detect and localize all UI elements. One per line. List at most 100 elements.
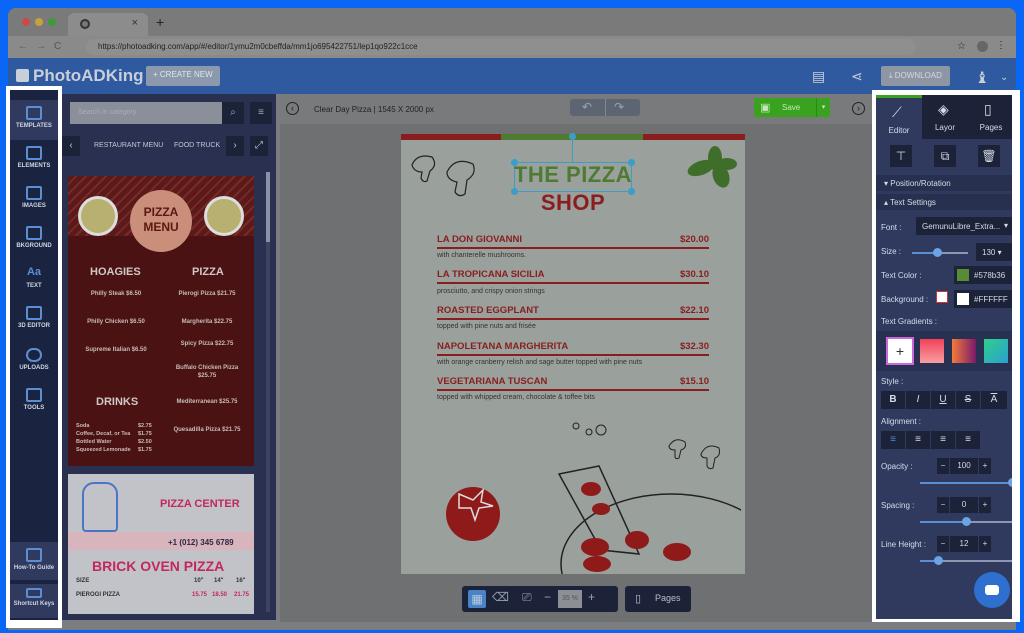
opacity-input[interactable]: 100 (950, 458, 978, 474)
overline-button[interactable]: A (981, 391, 1007, 409)
font-select[interactable]: GemunuLibre_Extra... ▾ (916, 217, 1012, 235)
save-dropdown-icon[interactable]: ▾ (816, 98, 830, 117)
menu-item-price[interactable]: $20.00 (680, 234, 709, 245)
chevron-down-icon[interactable]: ⌄ (1000, 72, 1008, 83)
collapse-left-icon[interactable]: ‹ (286, 102, 299, 115)
undo-icon[interactable]: ↶ (582, 100, 592, 114)
sidebar-item-elements[interactable]: ELEMENTS (10, 146, 58, 169)
template-pizza-menu[interactable]: PIZZA MENU HOAGIES PIZZA Philly Steak $6… (68, 176, 254, 466)
sidebar-item-3d-editor[interactable]: 3D EDITOR (10, 306, 58, 329)
line-height-increment[interactable]: + (979, 536, 991, 552)
user-avatar-icon[interactable]: ♝ (975, 68, 989, 88)
eraser-icon[interactable]: ⌫ (492, 590, 509, 604)
sidebar-item-text[interactable]: Aa TEXT (10, 266, 58, 289)
design-canvas[interactable]: THE PIZZA SHOP LA DON GIOVANNI $20.00 wi… (401, 133, 745, 574)
zoom-level[interactable]: 35 % (558, 590, 582, 608)
section-text-settings[interactable]: ▴ Text Settings (876, 194, 1012, 210)
download-button[interactable]: ⤓ DOWNLOAD (881, 66, 950, 86)
menu-item-name[interactable]: ROASTED EGGPLANT (437, 305, 539, 316)
add-gradient-button[interactable]: + (888, 339, 912, 363)
duplicate-icon[interactable]: ⧉ (934, 145, 956, 167)
line-height-input[interactable]: 12 (950, 536, 978, 552)
more-menu-icon[interactable]: ⋮ (996, 40, 1006, 51)
profile-icon[interactable] (977, 41, 988, 52)
close-tab-icon[interactable]: × (132, 17, 138, 29)
strikethrough-button[interactable]: S (956, 391, 980, 409)
bookmark-star-icon[interactable]: ☆ (957, 41, 966, 52)
menu-item-desc[interactable]: prosciutto, and crispy onion strings (437, 288, 545, 295)
gradient-swatch[interactable] (952, 339, 976, 363)
gradient-swatch[interactable] (920, 339, 944, 363)
feedback-icon[interactable]: ▤ (812, 68, 825, 85)
spacing-increment[interactable]: + (979, 497, 991, 513)
maximize-window-button[interactable] (48, 18, 56, 26)
line-height-decrement[interactable]: − (937, 536, 949, 552)
gradient-swatch[interactable] (984, 339, 1008, 363)
presentation-icon[interactable]: ⎚ (522, 590, 532, 605)
menu-item-desc[interactable]: with orange cranberry relish and sage bu… (437, 359, 642, 366)
align-center-icon[interactable]: ≡ (906, 431, 930, 449)
create-new-button[interactable]: + CREATE NEW (146, 66, 220, 86)
no-fill-icon[interactable] (936, 291, 948, 303)
redo-icon[interactable]: ↷ (614, 100, 624, 114)
pages-button[interactable]: ▯ Pages (625, 586, 691, 612)
expand-icon[interactable]: ⤢ (250, 136, 268, 156)
panel-scrollbar[interactable] (266, 172, 270, 612)
menu-item-price[interactable]: $32.30 (680, 341, 709, 352)
menu-item-name[interactable]: LA DON GIOVANNI (437, 234, 522, 245)
bold-button[interactable]: B (881, 391, 905, 409)
nav-buttons[interactable]: ←→C (18, 41, 69, 52)
background-color-picker[interactable]: #FFFFFF (954, 290, 1012, 308)
close-window-button[interactable] (22, 18, 30, 26)
menu-item-price[interactable]: $15.10 (680, 376, 709, 387)
spacing-input[interactable]: 0 (950, 497, 978, 513)
menu-item-price[interactable]: $22.10 (680, 305, 709, 316)
grid-view-icon[interactable]: ▦ (468, 590, 486, 608)
size-slider[interactable] (912, 248, 968, 257)
sidebar-item-background[interactable]: BKGROUND (10, 226, 58, 249)
spacing-slider[interactable] (920, 517, 1012, 526)
menu-item-price[interactable]: $30.10 (680, 269, 709, 280)
logo[interactable]: PhotoADKing (16, 66, 143, 86)
menu-item-name[interactable]: NAPOLETANA MARGHERITA (437, 341, 568, 352)
chevron-right-icon[interactable]: › (226, 136, 244, 156)
chat-support-button[interactable] (974, 572, 1010, 608)
delete-icon[interactable]: 🗑 (978, 145, 1000, 167)
how-to-guide-button[interactable]: How-To Guide (10, 542, 58, 580)
menu-item-desc[interactable]: topped with whipped cream, chocolate & t… (437, 394, 595, 401)
menu-item-name[interactable]: LA TROPICANA SICILIA (437, 269, 545, 280)
template-pizza-center[interactable]: PIZZA CENTER +1 (012) 345 6789 BRICK OVE… (68, 474, 254, 614)
text-color-picker[interactable]: #578b36 (954, 266, 1012, 284)
url-input[interactable]: https://photoadking.com/app/#/editor/1ym… (86, 39, 916, 55)
sidebar-item-images[interactable]: IMAGES (10, 186, 58, 209)
tab-pages[interactable]: ▯ Pages (968, 95, 1012, 139)
tab-layer[interactable]: ◈ Layor (922, 95, 968, 139)
paint-roller-icon[interactable]: ⊤ (890, 145, 912, 167)
category-restaurant-menu[interactable]: RESTAURANT MENU (94, 142, 163, 149)
new-tab-button[interactable]: + (156, 14, 164, 30)
menu-item-desc[interactable]: with chanterelle mushrooms. (437, 252, 526, 259)
tab-editor[interactable]: ⟋ Editor (876, 95, 922, 139)
share-icon[interactable]: ⋖ (851, 68, 863, 85)
sidebar-item-tools[interactable]: TOOLS (10, 388, 58, 411)
align-right-icon[interactable]: ≡ (931, 431, 955, 449)
canvas-title-line2[interactable]: SHOP (401, 190, 745, 216)
spacing-decrement[interactable]: − (937, 497, 949, 513)
opacity-decrement[interactable]: − (937, 458, 949, 474)
opacity-slider[interactable] (920, 478, 1012, 487)
save-button[interactable]: ▣ Save ▾ (754, 98, 830, 117)
canvas-title-line1[interactable]: THE PIZZA (401, 162, 745, 188)
menu-item-desc[interactable]: topped with pine nuts and frisée (437, 323, 536, 330)
section-position-rotation[interactable]: ▾ Position/Rotation (876, 175, 1012, 191)
zoom-out-button[interactable]: − (544, 590, 551, 604)
zoom-in-button[interactable]: + (588, 590, 595, 604)
rotate-handle[interactable] (569, 133, 576, 140)
browser-tab[interactable]: × (68, 13, 148, 36)
menu-item-name[interactable]: VEGETARIANA TUSCAN (437, 376, 547, 387)
sidebar-item-templates[interactable]: TEMPLATES (10, 100, 58, 140)
minimize-window-button[interactable] (35, 18, 43, 26)
opacity-increment[interactable]: + (979, 458, 991, 474)
shortcut-keys-button[interactable]: Shortcut Keys (10, 584, 58, 618)
line-height-slider[interactable] (920, 556, 1012, 565)
italic-button[interactable]: I (906, 391, 930, 409)
